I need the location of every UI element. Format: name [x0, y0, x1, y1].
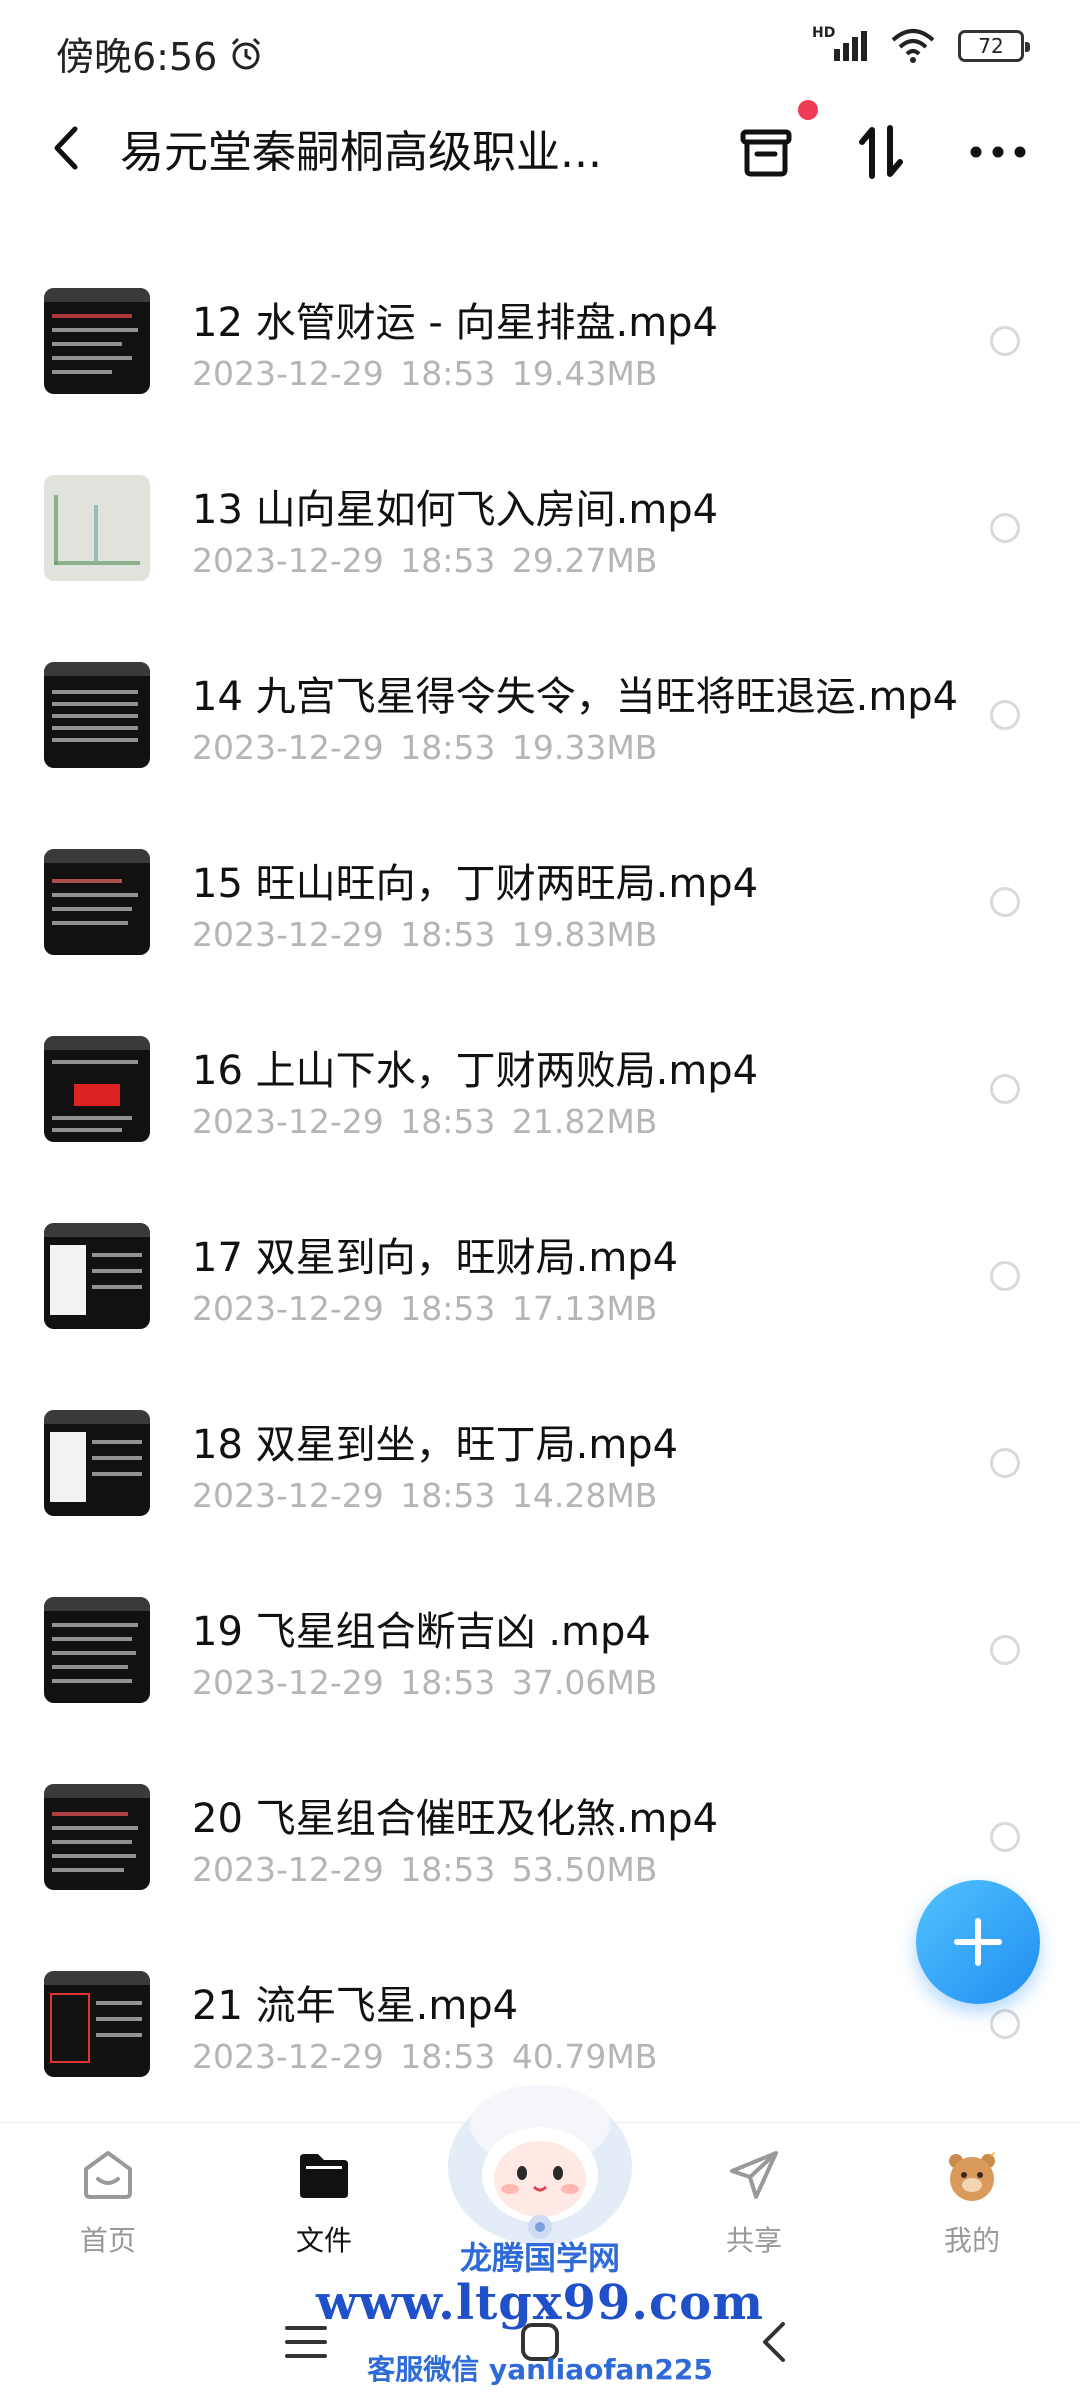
video-thumbnail [44, 288, 150, 394]
back-button[interactable] [36, 118, 96, 178]
file-row[interactable]: 14 九宫飞星得令失令，当旺将旺退运.mp4 2023-12-29 18:53 … [0, 644, 1080, 831]
select-checkbox[interactable] [990, 1074, 1020, 1104]
file-name: 13 山向星如何飞入房间.mp4 [192, 487, 719, 533]
file-row[interactable]: 15 旺山旺向，丁财两旺局.mp4 2023-12-29 18:53 19.83… [0, 831, 1080, 1018]
watermark-contact: 客服微信 yanliaofan225 [367, 2353, 713, 2386]
video-thumbnail [44, 849, 150, 955]
file-list: 12 水管财运 - 向星排盘.mp4 2023-12-29 18:53 19.4… [0, 270, 1080, 2140]
select-checkbox[interactable] [990, 2009, 1020, 2039]
archive-icon [740, 129, 792, 177]
video-thumbnail [44, 1971, 150, 2077]
plus-icon [954, 1918, 1002, 1966]
home-icon [78, 2145, 138, 2205]
profile-icon [942, 2145, 1002, 2205]
file-meta: 2023-12-29 18:53 53.50MB [192, 1850, 658, 1889]
signal-icon: HD [812, 25, 868, 63]
status-bar: 傍晚6:56 HD 72 [0, 0, 1080, 100]
sort-button[interactable] [845, 116, 917, 188]
video-thumbnail [44, 1223, 150, 1329]
watermark-url: www.ltgx99.com [316, 2275, 764, 2331]
battery-icon: 72 [958, 30, 1030, 62]
watermark-mascot [440, 2075, 640, 2250]
select-checkbox[interactable] [990, 1822, 1020, 1852]
add-button[interactable] [916, 1880, 1040, 2004]
file-name: 19 飞星组合断吉凶 .mp4 [192, 1609, 651, 1655]
file-meta: 2023-12-29 18:53 17.13MB [192, 1289, 658, 1328]
more-icon [970, 146, 1026, 158]
file-meta: 2023-12-29 18:53 21.82MB [192, 1102, 658, 1141]
status-indicators: HD 72 [812, 25, 1030, 64]
video-thumbnail [44, 475, 150, 581]
status-time-text: 傍晚6:56 [56, 35, 218, 79]
share-icon [724, 2145, 784, 2205]
file-name: 20 飞星组合催旺及化煞.mp4 [192, 1796, 719, 1842]
file-row[interactable]: 17 双星到向，旺财局.mp4 2023-12-29 18:53 17.13MB [0, 1205, 1080, 1392]
file-name: 16 上山下水，丁财两败局.mp4 [192, 1048, 759, 1094]
file-meta: 2023-12-29 18:53 19.43MB [192, 354, 658, 393]
notification-dot [798, 100, 818, 120]
file-name: 14 九宫飞星得令失令，当旺将旺退运.mp4 [192, 674, 959, 720]
wifi-icon [891, 29, 935, 63]
file-meta: 2023-12-29 18:53 19.83MB [192, 915, 658, 954]
video-thumbnail [44, 1784, 150, 1890]
file-name: 21 流年飞星.mp4 [192, 1983, 519, 2029]
status-time: 傍晚6:56 [56, 26, 265, 81]
file-row[interactable]: 16 上山下水，丁财两败局.mp4 2023-12-29 18:53 21.82… [0, 1018, 1080, 1205]
file-name: 12 水管财运 - 向星排盘.mp4 [192, 300, 718, 346]
file-name: 17 双星到向，旺财局.mp4 [192, 1235, 679, 1281]
video-thumbnail [44, 1597, 150, 1703]
battery-level: 72 [978, 34, 1004, 58]
video-thumbnail [44, 662, 150, 768]
video-thumbnail [44, 1410, 150, 1516]
file-meta: 2023-12-29 18:53 29.27MB [192, 541, 658, 580]
more-button[interactable] [962, 116, 1034, 188]
select-checkbox[interactable] [990, 1635, 1020, 1665]
file-name: 18 双星到坐，旺丁局.mp4 [192, 1422, 679, 1468]
video-thumbnail [44, 1036, 150, 1142]
file-meta: 2023-12-29 18:53 19.33MB [192, 728, 658, 767]
page-title: 易元堂秦嗣桐高级职业... [120, 127, 602, 178]
select-checkbox[interactable] [990, 513, 1020, 543]
file-row[interactable]: 19 飞星组合断吉凶 .mp4 2023-12-29 18:53 37.06MB [0, 1579, 1080, 1766]
alarm-icon [232, 37, 261, 69]
file-name: 15 旺山旺向，丁财两旺局.mp4 [192, 861, 759, 907]
header: 易元堂秦嗣桐高级职业... [0, 100, 1080, 210]
sort-icon [859, 125, 903, 179]
select-checkbox[interactable] [990, 887, 1020, 917]
file-row[interactable]: 12 水管财运 - 向星排盘.mp4 2023-12-29 18:53 19.4… [0, 270, 1080, 457]
chevron-left-icon [54, 126, 78, 170]
file-row[interactable]: 18 双星到坐，旺丁局.mp4 2023-12-29 18:53 14.28MB [0, 1392, 1080, 1579]
file-meta: 2023-12-29 18:53 37.06MB [192, 1663, 658, 1702]
file-meta: 2023-12-29 18:53 14.28MB [192, 1476, 658, 1515]
file-meta: 2023-12-29 18:53 40.79MB [192, 2037, 658, 2076]
select-checkbox[interactable] [990, 1448, 1020, 1478]
select-checkbox[interactable] [990, 1261, 1020, 1291]
select-checkbox[interactable] [990, 326, 1020, 356]
folder-icon [294, 2145, 354, 2205]
file-row[interactable]: 13 山向星如何飞入房间.mp4 2023-12-29 18:53 29.27M… [0, 457, 1080, 644]
select-checkbox[interactable] [990, 700, 1020, 730]
transfer-list-button[interactable] [730, 116, 802, 188]
